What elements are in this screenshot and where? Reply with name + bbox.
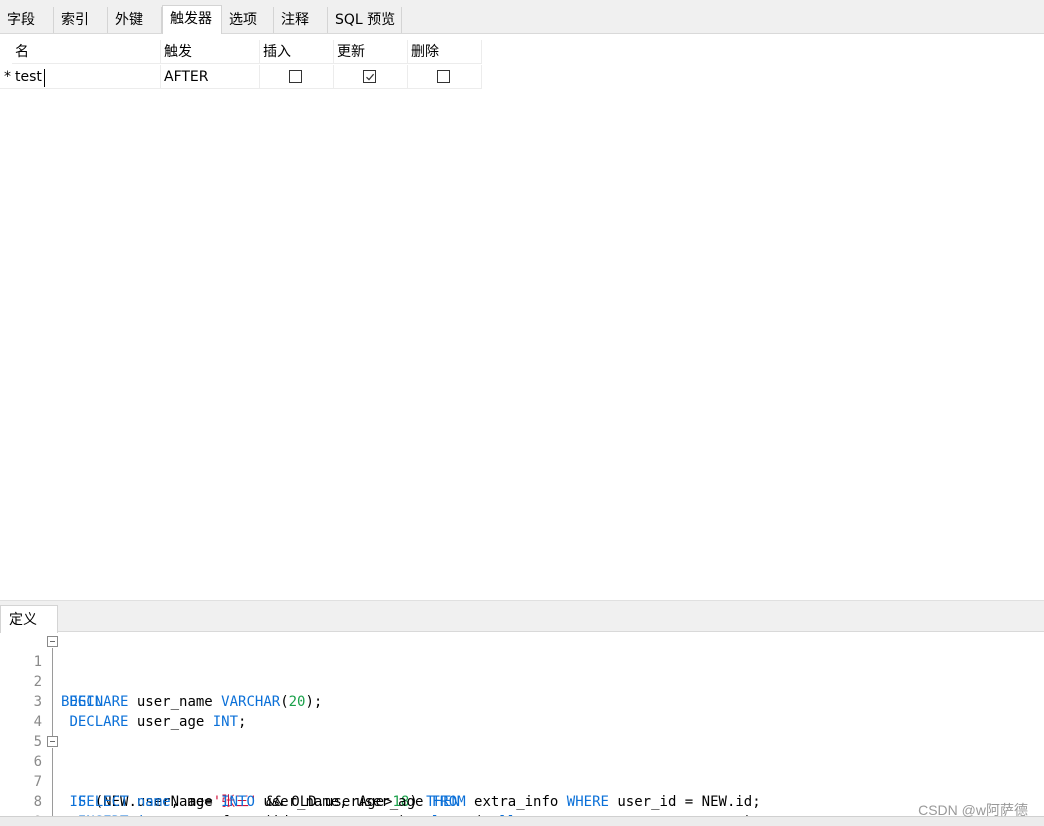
tab-sql-preview[interactable]: SQL 预览 [328,7,402,33]
code-line: 8 INSERT into user_form (id,name,age,sex… [33,794,753,816]
trigger-timing-field[interactable]: AFTER [161,65,260,89]
checkmark-icon [366,73,375,81]
code-editor[interactable]: 1 BEGIN 2 DECLARE user_name VARCHAR(20);… [0,632,1044,816]
tab-indexes[interactable]: 索引 [54,7,108,33]
code-line: 2 DECLARE user_name VARCHAR(20); [33,674,323,710]
code-line: 5 [33,734,42,750]
header-timing[interactable]: 触发 [161,40,260,64]
code-line: 7 SELECT name, age INTO user_name, user_… [33,774,761,810]
definition-tab-bar: 定义 [0,600,1044,633]
tab-triggers[interactable]: 触发器 [162,5,222,34]
code-line: 6 IF (NEW.userName='张三' && OLD.userAge>1… [0,732,460,810]
delete-checkbox[interactable] [437,70,450,83]
header-delete[interactable]: 删除 [408,40,482,64]
delete-cell [408,65,482,89]
code-line: 1 BEGIN [0,632,103,710]
row-marker: * [0,65,12,89]
watermark: CSDN @w阿萨德 [918,802,1028,818]
insert-cell [260,65,334,89]
update-cell [334,65,408,89]
update-checkbox[interactable] [363,70,376,83]
code-line: 3 DECLARE user_age INT; [33,694,247,730]
fold-guide [52,748,53,816]
tab-comment[interactable]: 注释 [274,7,328,33]
header-update[interactable]: 更新 [334,40,408,64]
fold-guide [52,648,53,742]
text-caret [44,69,45,87]
code-line: 4 [33,714,42,730]
trigger-name-field[interactable]: test [12,65,161,89]
insert-checkbox[interactable] [289,70,302,83]
header-insert[interactable]: 插入 [260,40,334,64]
header-name[interactable]: 名 [12,40,161,64]
code-line: 9 else [0,792,42,816]
tab-bar: 字段 索引 外键 触发器 选项 注释 SQL 预览 [0,0,1044,34]
fold-toggle-icon[interactable] [47,636,58,647]
tab-definition[interactable]: 定义 [0,605,58,633]
tab-foreign-keys[interactable]: 外键 [108,7,162,33]
tab-options[interactable]: 选项 [222,7,274,33]
tab-fields[interactable]: 字段 [0,7,54,33]
status-strip [0,816,1044,826]
fold-toggle-icon[interactable] [47,736,58,747]
